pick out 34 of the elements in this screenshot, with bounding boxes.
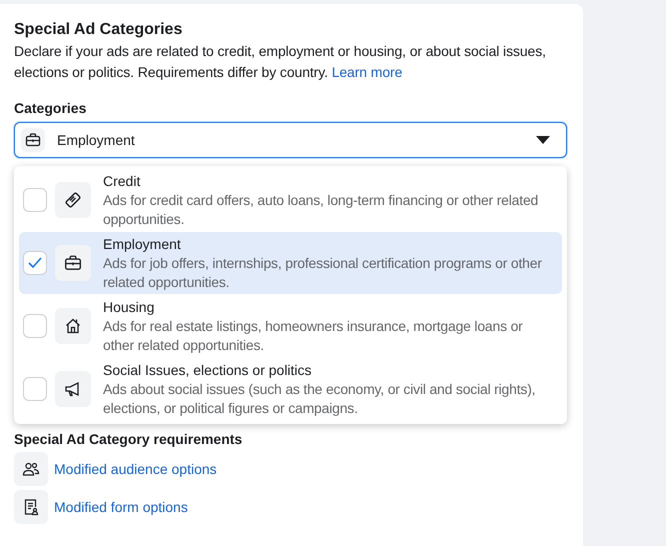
option-description: Ads for job offers, internships, professional certification programs or other related opportunities. [103, 254, 543, 292]
option-description: Ads about social issues (such as the economy, or civil and social rights), elections, or political figures or campaigns. [103, 380, 536, 418]
option-title: Employment [103, 235, 182, 254]
document-icon [14, 490, 48, 524]
categories-dropdown[interactable]: Employment [14, 122, 567, 158]
people-icon [14, 452, 48, 486]
option-title: Housing [103, 298, 156, 317]
option-title: Social Issues, elections or politics [103, 361, 313, 380]
category-option[interactable]: Credit Ads for credit card offers, auto loans, long-term financing or other related opportunities. [19, 169, 562, 231]
section-title: Special Ad Categories [14, 20, 184, 40]
checkbox[interactable] [23, 251, 47, 275]
selected-category: Employment [57, 132, 136, 148]
option-description: Ads for credit card offers, auto loans, long-term financing or other related opportunities. [103, 191, 540, 229]
category-option[interactable]: Social Issues, elections or politics Ads about social issues (such as the economy, or civil and social rights), elections, or political figures or campaigns. [19, 358, 562, 420]
megaphone-icon [55, 371, 91, 407]
learn-more-link[interactable]: Learn more [332, 64, 402, 80]
checkbox[interactable] [23, 314, 47, 338]
requirement-link[interactable]: Modified form options [54, 499, 188, 515]
checkbox[interactable] [23, 188, 47, 212]
requirement-link[interactable]: Modified audience options [54, 461, 217, 477]
option-title: Credit [103, 172, 142, 191]
section-description: Declare if your ads are related to credit, employment or housing, or about social issues, elections or politics. Requirements differ by country. Learn more [14, 42, 547, 82]
categories-label: Categories [14, 99, 88, 118]
requirements-heading: Special Ad Category requirements [14, 430, 244, 448]
option-description: Ads for real estate listings, homeowners insurance, mortgage loans or other related opportunities. [103, 317, 524, 355]
house-icon [55, 308, 91, 344]
category-option[interactable]: Housing Ads for real estate listings, homeowners insurance, mortgage loans or other related opportunities. [19, 295, 562, 357]
briefcase-icon [21, 128, 45, 152]
caret-icon [536, 136, 550, 144]
category-option[interactable]: Employment Ads for job offers, internships, professional certification programs or other related opportunities. [19, 232, 562, 294]
checkmark-icon [27, 256, 43, 270]
checkbox[interactable] [23, 377, 47, 401]
credit-card-icon [55, 182, 91, 218]
briefcase-icon [55, 245, 91, 281]
